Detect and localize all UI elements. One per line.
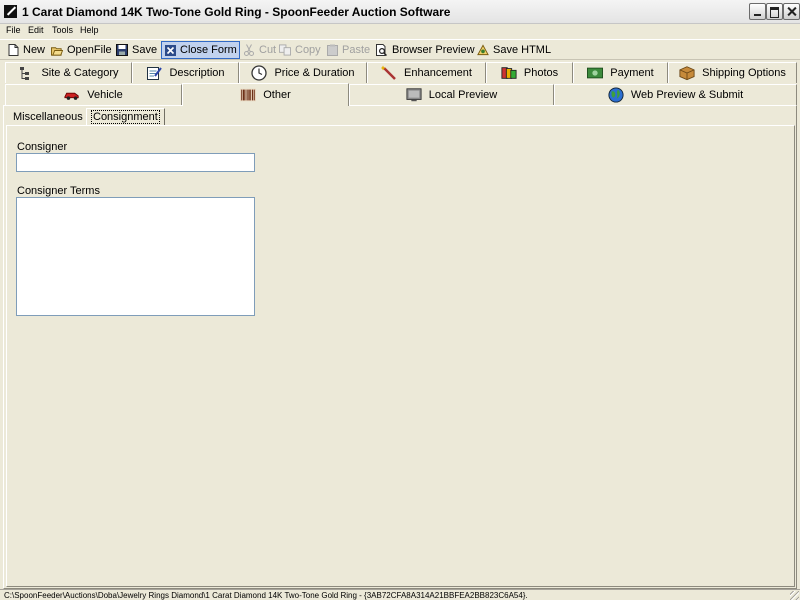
new-document-icon (7, 44, 19, 56)
tab-price-duration-label: Price & Duration (274, 67, 355, 79)
title-bar: 1 Carat Diamond 14K Two-Tone Gold Ring -… (0, 0, 800, 24)
wand-icon (381, 65, 397, 81)
site-category-icon (18, 65, 34, 81)
tab-web-preview-submit-label: Web Preview & Submit (630, 89, 744, 101)
paste-button[interactable]: Paste (324, 41, 372, 59)
close-window-button[interactable] (783, 3, 800, 20)
copy-button[interactable]: Copy (277, 41, 323, 59)
clipboard-icon (326, 44, 338, 56)
consignment-panel (6, 125, 795, 587)
tab-description-label: Description (169, 67, 225, 79)
tab-shipping-options[interactable]: Shipping Options (668, 62, 797, 83)
package-icon (679, 65, 695, 81)
tab-description[interactable]: Description (132, 62, 239, 83)
consigner-terms-label: Consigner Terms (17, 185, 100, 197)
savehtml-label: Save HTML (493, 44, 552, 56)
menu-bar: File Edit Tools Help (0, 24, 800, 38)
save-html-icon (477, 44, 489, 56)
tab-photos-label: Photos (523, 67, 559, 79)
tab-enhancement-label: Enhancement (404, 67, 472, 79)
status-file-path: C:\SpoonFeeder\Auctions\Doba\Jewelry Rin… (4, 591, 528, 600)
menu-help[interactable]: Help (80, 25, 99, 35)
resize-grip-icon[interactable] (790, 591, 799, 600)
new-button[interactable]: New (5, 41, 47, 59)
tab-photos[interactable]: Photos (486, 62, 573, 83)
copy-label: Copy (295, 44, 321, 56)
tab-payment-label: Payment (610, 67, 654, 79)
tab-other[interactable]: Other (182, 83, 349, 106)
tab-other-label: Other (263, 89, 291, 101)
consigner-terms-textarea[interactable] (16, 197, 255, 316)
clock-icon (251, 65, 268, 81)
tab-local-preview[interactable]: Local Preview (349, 84, 554, 105)
menu-tools[interactable]: Tools (52, 25, 73, 35)
cut-label: Cut (259, 44, 277, 56)
tab-local-preview-label: Local Preview (428, 89, 498, 101)
globe-icon (608, 87, 624, 103)
tab-vehicle[interactable]: Vehicle (5, 84, 182, 105)
open-folder-icon (51, 44, 63, 56)
consigner-input[interactable] (16, 153, 255, 172)
window-title: 1 Carat Diamond 14K Two-Tone Gold Ring -… (22, 5, 451, 19)
paste-label: Paste (342, 44, 371, 56)
tab-shipping-options-label: Shipping Options (702, 67, 786, 79)
preview-magnifier-icon (376, 44, 388, 56)
tab-site-category[interactable]: Site & Category (5, 62, 132, 83)
maximize-button[interactable] (766, 3, 783, 20)
openfile-button[interactable]: OpenFile (49, 41, 114, 59)
browser-preview-button[interactable]: Browser Preview (374, 41, 477, 59)
app-icon[interactable] (4, 5, 17, 18)
browserpreview-label: Browser Preview (392, 44, 475, 56)
save-button[interactable]: Save (114, 41, 159, 59)
floppy-disk-icon (116, 44, 128, 56)
minimize-button[interactable] (749, 3, 766, 20)
monitor-icon (406, 87, 422, 103)
subtab-miscellaneous-label: Miscellaneous (13, 110, 83, 123)
subtab-consignment[interactable]: Consignment (86, 108, 165, 125)
photos-icon (501, 65, 517, 81)
tab-site-category-label: Site & Category (41, 67, 119, 79)
car-icon (64, 87, 80, 103)
subtab-miscellaneous[interactable]: Miscellaneous (9, 108, 87, 125)
scissors-icon (243, 44, 255, 56)
tab-vehicle-label: Vehicle (87, 89, 123, 101)
tab-row-primary: Site & Category Description Price & Dura… (0, 62, 800, 83)
status-bar: C:\SpoonFeeder\Auctions\Doba\Jewelry Rin… (0, 589, 800, 600)
tab-enhancement[interactable]: Enhancement (367, 62, 486, 83)
tab-price-duration[interactable]: Price & Duration (239, 62, 367, 83)
new-label: New (23, 44, 46, 56)
tab-web-preview-submit[interactable]: Web Preview & Submit (554, 84, 797, 105)
subtab-consignment-label: Consignment (91, 110, 160, 124)
closeform-label: Close Form (180, 44, 237, 56)
close-x-icon (164, 44, 176, 56)
save-label: Save (132, 44, 158, 56)
cut-button[interactable]: Cut (241, 41, 278, 59)
consigner-label: Consigner (17, 141, 68, 153)
menu-edit[interactable]: Edit (28, 25, 44, 35)
menu-file[interactable]: File (6, 25, 21, 35)
openfile-label: OpenFile (67, 44, 112, 56)
copy-icon (279, 44, 291, 56)
close-form-button[interactable]: Close Form (161, 41, 240, 59)
tab-row-secondary: Vehicle Other Local Preview Web Preview … (0, 83, 800, 106)
payment-icon (587, 65, 604, 81)
barcode-icon (240, 87, 257, 103)
toolbar: New OpenFile Save Close Form Cut Copy Pa… (0, 39, 800, 60)
save-html-button[interactable]: Save HTML (475, 41, 553, 59)
description-icon (146, 65, 163, 81)
tab-payment[interactable]: Payment (573, 62, 668, 83)
